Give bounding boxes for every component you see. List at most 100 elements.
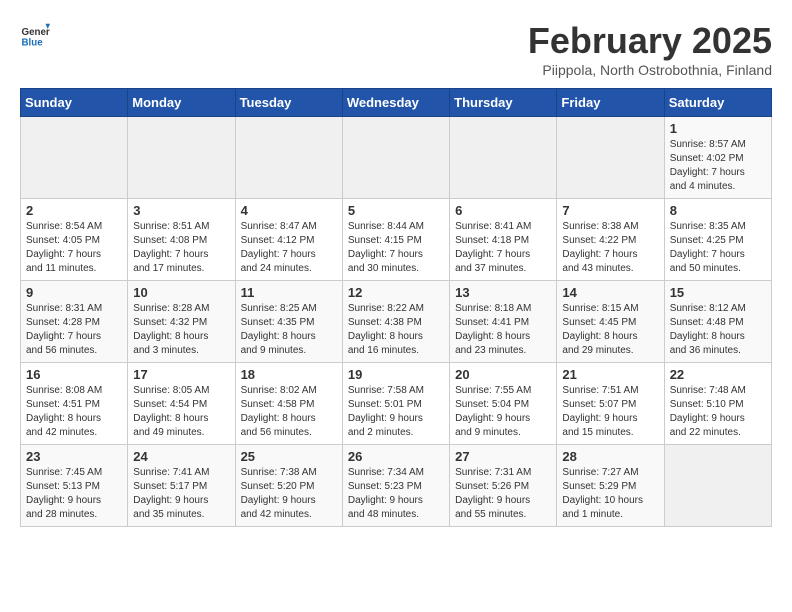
day-info: Sunrise: 8:54 AM Sunset: 4:05 PM Dayligh… <box>26 220 122 276</box>
day-info: Sunrise: 7:27 AM Sunset: 5:29 PM Dayligh… <box>562 466 658 522</box>
day-info: Sunrise: 8:44 AM Sunset: 4:15 PM Dayligh… <box>348 220 444 276</box>
day-info: Sunrise: 8:22 AM Sunset: 4:38 PM Dayligh… <box>348 302 444 358</box>
calendar-cell: 18 Sunrise: 8:02 AM Sunset: 4:58 PM Dayli… <box>235 363 342 445</box>
day-number: 12 <box>348 285 444 300</box>
day-number: 6 <box>455 203 551 218</box>
calendar-cell: 17Sunrise: 8:05 AM Sunset: 4:54 PM Dayli… <box>128 363 235 445</box>
calendar-cell <box>664 445 771 527</box>
day-info: Sunrise: 7:34 AM Sunset: 5:23 PM Dayligh… <box>348 466 444 522</box>
day-info: Sunrise: 7:58 AM Sunset: 5:01 PM Dayligh… <box>348 384 444 440</box>
day-number: 25 <box>241 449 337 464</box>
day-number: 2 <box>26 203 122 218</box>
calendar-cell <box>557 117 664 199</box>
calendar-cell: 4 Sunrise: 8:47 AM Sunset: 4:12 PM Daylig… <box>235 199 342 281</box>
day-number: 26 <box>348 449 444 464</box>
day-info: Sunrise: 8:12 AM Sunset: 4:48 PM Dayligh… <box>670 302 766 358</box>
logo-icon: General Blue <box>20 20 50 50</box>
calendar-week-row: 16 Sunrise: 8:08 AM Sunset: 4:51 PM Dayli… <box>21 363 772 445</box>
calendar-cell: 19Sunrise: 7:58 AM Sunset: 5:01 PM Dayli… <box>342 363 449 445</box>
calendar-cell <box>128 117 235 199</box>
calendar-week-row: 1 Sunrise: 8:57 AM Sunset: 4:02 PM Daylig… <box>21 117 772 199</box>
day-info: Sunrise: 8:28 AM Sunset: 4:32 PM Dayligh… <box>133 302 229 358</box>
day-info: Sunrise: 8:08 AM Sunset: 4:51 PM Dayligh… <box>26 384 122 440</box>
calendar-day-header: Saturday <box>664 89 771 117</box>
calendar-header-row: SundayMondayTuesdayWednesdayThursdayFrid… <box>21 89 772 117</box>
logo: General Blue <box>20 20 50 50</box>
day-info: Sunrise: 8:57 AM Sunset: 4:02 PM Dayligh… <box>670 138 766 194</box>
calendar-cell: 22 Sunrise: 7:48 AM Sunset: 5:10 PM Dayli… <box>664 363 771 445</box>
calendar-cell: 8Sunrise: 8:35 AM Sunset: 4:25 PM Daylig… <box>664 199 771 281</box>
day-number: 14 <box>562 285 658 300</box>
calendar-cell: 20Sunrise: 7:55 AM Sunset: 5:04 PM Dayli… <box>450 363 557 445</box>
calendar-day-header: Thursday <box>450 89 557 117</box>
location-title: Piippola, North Ostrobothnia, Finland <box>528 62 772 78</box>
day-number: 27 <box>455 449 551 464</box>
calendar-cell: 9 Sunrise: 8:31 AM Sunset: 4:28 PM Daylig… <box>21 281 128 363</box>
calendar-day-header: Friday <box>557 89 664 117</box>
day-number: 9 <box>26 285 122 300</box>
calendar-cell: 13 Sunrise: 8:18 AM Sunset: 4:41 PM Dayli… <box>450 281 557 363</box>
day-info: Sunrise: 8:31 AM Sunset: 4:28 PM Dayligh… <box>26 302 122 358</box>
calendar-week-row: 23 Sunrise: 7:45 AM Sunset: 5:13 PM Dayli… <box>21 445 772 527</box>
calendar-day-header: Tuesday <box>235 89 342 117</box>
calendar-cell: 28 Sunrise: 7:27 AM Sunset: 5:29 PM Dayli… <box>557 445 664 527</box>
day-info: Sunrise: 8:41 AM Sunset: 4:18 PM Dayligh… <box>455 220 551 276</box>
day-info: Sunrise: 7:45 AM Sunset: 5:13 PM Dayligh… <box>26 466 122 522</box>
day-number: 7 <box>562 203 658 218</box>
calendar-table: SundayMondayTuesdayWednesdayThursdayFrid… <box>20 88 772 527</box>
day-info: Sunrise: 7:31 AM Sunset: 5:26 PM Dayligh… <box>455 466 551 522</box>
calendar-cell: 14 Sunrise: 8:15 AM Sunset: 4:45 PM Dayli… <box>557 281 664 363</box>
day-number: 1 <box>670 121 766 136</box>
day-info: Sunrise: 8:15 AM Sunset: 4:45 PM Dayligh… <box>562 302 658 358</box>
page-header: General Blue February 2025 Piippola, Nor… <box>20 20 772 78</box>
calendar-cell: 24Sunrise: 7:41 AM Sunset: 5:17 PM Dayli… <box>128 445 235 527</box>
day-number: 21 <box>562 367 658 382</box>
calendar-cell: 16 Sunrise: 8:08 AM Sunset: 4:51 PM Dayli… <box>21 363 128 445</box>
day-number: 10 <box>133 285 229 300</box>
calendar-cell: 3 Sunrise: 8:51 AM Sunset: 4:08 PM Daylig… <box>128 199 235 281</box>
calendar-cell: 6 Sunrise: 8:41 AM Sunset: 4:18 PM Daylig… <box>450 199 557 281</box>
day-number: 28 <box>562 449 658 464</box>
day-number: 8 <box>670 203 766 218</box>
calendar-cell: 1 Sunrise: 8:57 AM Sunset: 4:02 PM Daylig… <box>664 117 771 199</box>
day-info: Sunrise: 7:55 AM Sunset: 5:04 PM Dayligh… <box>455 384 551 440</box>
day-number: 15 <box>670 285 766 300</box>
day-number: 3 <box>133 203 229 218</box>
calendar-cell: 25Sunrise: 7:38 AM Sunset: 5:20 PM Dayli… <box>235 445 342 527</box>
day-number: 13 <box>455 285 551 300</box>
day-number: 17 <box>133 367 229 382</box>
calendar-cell <box>235 117 342 199</box>
day-number: 5 <box>348 203 444 218</box>
day-info: Sunrise: 8:38 AM Sunset: 4:22 PM Dayligh… <box>562 220 658 276</box>
day-info: Sunrise: 8:47 AM Sunset: 4:12 PM Dayligh… <box>241 220 337 276</box>
calendar-cell <box>21 117 128 199</box>
svg-text:General: General <box>22 27 51 38</box>
day-number: 22 <box>670 367 766 382</box>
calendar-cell: 11Sunrise: 8:25 AM Sunset: 4:35 PM Dayli… <box>235 281 342 363</box>
calendar-cell: 21 Sunrise: 7:51 AM Sunset: 5:07 PM Dayli… <box>557 363 664 445</box>
calendar-cell <box>342 117 449 199</box>
calendar-cell: 12 Sunrise: 8:22 AM Sunset: 4:38 PM Dayli… <box>342 281 449 363</box>
day-info: Sunrise: 7:48 AM Sunset: 5:10 PM Dayligh… <box>670 384 766 440</box>
calendar-day-header: Wednesday <box>342 89 449 117</box>
title-area: February 2025 Piippola, North Ostrobothn… <box>528 20 772 78</box>
calendar-cell: 7 Sunrise: 8:38 AM Sunset: 4:22 PM Daylig… <box>557 199 664 281</box>
day-info: Sunrise: 8:51 AM Sunset: 4:08 PM Dayligh… <box>133 220 229 276</box>
day-number: 4 <box>241 203 337 218</box>
calendar-cell: 26 Sunrise: 7:34 AM Sunset: 5:23 PM Dayli… <box>342 445 449 527</box>
day-number: 16 <box>26 367 122 382</box>
calendar-cell: 5 Sunrise: 8:44 AM Sunset: 4:15 PM Daylig… <box>342 199 449 281</box>
day-number: 23 <box>26 449 122 464</box>
day-number: 18 <box>241 367 337 382</box>
calendar-cell: 27 Sunrise: 7:31 AM Sunset: 5:26 PM Dayli… <box>450 445 557 527</box>
calendar-day-header: Monday <box>128 89 235 117</box>
month-title: February 2025 <box>528 20 772 62</box>
day-info: Sunrise: 7:51 AM Sunset: 5:07 PM Dayligh… <box>562 384 658 440</box>
day-info: Sunrise: 8:02 AM Sunset: 4:58 PM Dayligh… <box>241 384 337 440</box>
day-info: Sunrise: 7:41 AM Sunset: 5:17 PM Dayligh… <box>133 466 229 522</box>
calendar-cell: 15 Sunrise: 8:12 AM Sunset: 4:48 PM Dayli… <box>664 281 771 363</box>
day-number: 11 <box>241 285 337 300</box>
day-info: Sunrise: 8:18 AM Sunset: 4:41 PM Dayligh… <box>455 302 551 358</box>
calendar-week-row: 2 Sunrise: 8:54 AM Sunset: 4:05 PM Daylig… <box>21 199 772 281</box>
svg-text:Blue: Blue <box>22 38 44 49</box>
